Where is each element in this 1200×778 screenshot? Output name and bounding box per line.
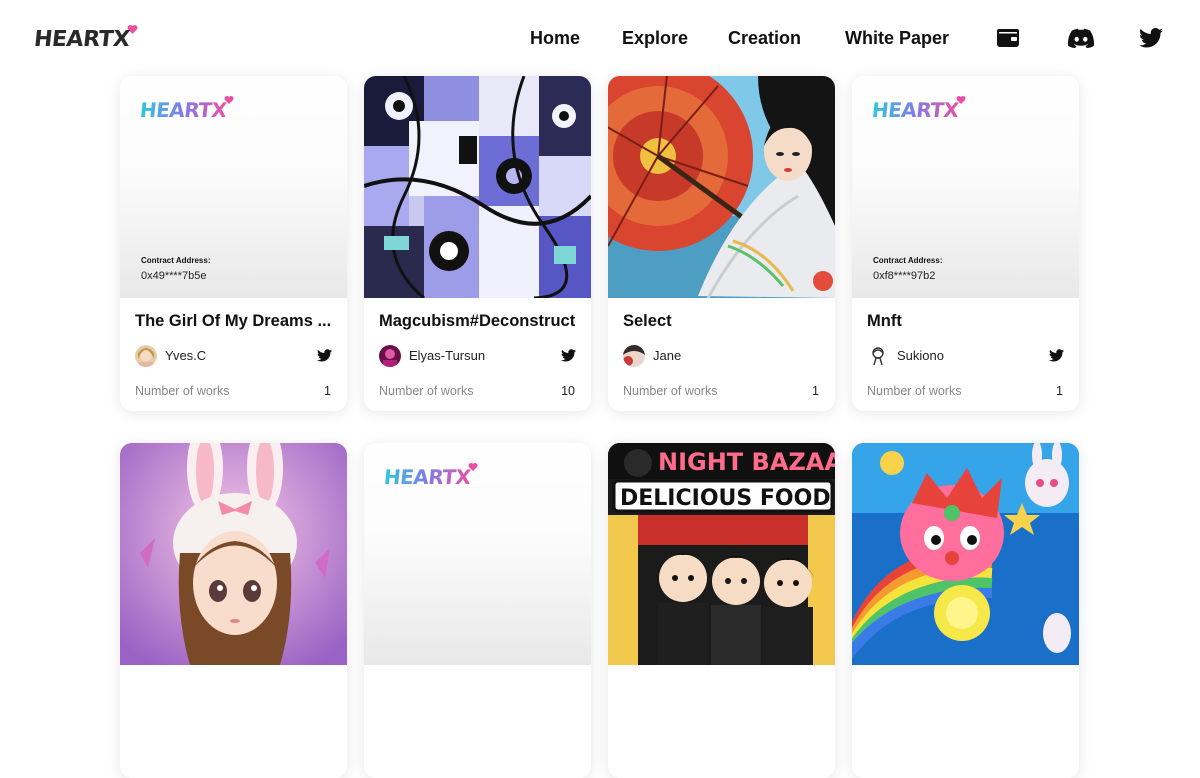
nav-explore[interactable]: Explore	[622, 27, 688, 49]
collection-card[interactable]: HEARTX Contract Address: 0x49****7b5e Th…	[120, 76, 347, 411]
heartx-logo[interactable]: HEARTX	[32, 25, 138, 54]
works-count: 1	[324, 384, 331, 398]
avatar[interactable]	[623, 345, 645, 367]
card-title[interactable]: The Girl Of My Dreams ...	[135, 312, 335, 331]
creator-name[interactable]: Jane	[653, 348, 681, 363]
card-artwork-bunny-girl[interactable]	[120, 443, 347, 665]
works-label: Number of works	[623, 384, 718, 398]
creator-name[interactable]: Sukiono	[897, 348, 944, 363]
placeholder-logo: HEARTX	[870, 96, 966, 122]
collection-card[interactable]: NIGHT BAZAAR DELICIOUS FOOD	[608, 443, 835, 778]
works-label: Number of works	[135, 384, 230, 398]
works-label: Number of works	[867, 384, 962, 398]
card-title[interactable]: Magcubism#Deconstruct	[379, 312, 579, 331]
placeholder-logo: HEARTX	[382, 463, 478, 489]
collection-card[interactable]: Magcubism#Deconstruct Elyas-Tursun Numbe…	[364, 76, 591, 411]
avatar[interactable]	[135, 345, 157, 367]
works-count: 1	[812, 384, 819, 398]
twitter-icon[interactable]	[561, 349, 576, 362]
avatar[interactable]	[867, 345, 889, 367]
collection-card[interactable]: HEARTX Contract Address: 0xf8****97b2 Mn…	[852, 76, 1079, 411]
creator-row: Yves.C	[135, 345, 332, 367]
contract-address-label: Contract Address:	[141, 256, 211, 265]
contract-address-label: Contract Address:	[873, 256, 943, 265]
creator-row: Jane	[623, 345, 820, 367]
collection-card[interactable]: Select Jane Number of works 1	[608, 76, 835, 411]
works-count: 1	[1056, 384, 1063, 398]
creator-row: Sukiono	[867, 345, 1064, 367]
logo-text: HEARTX	[32, 27, 131, 52]
creator-row: Elyas-Tursun	[379, 345, 576, 367]
card-placeholder-image: HEARTX Contract Address: 0x49****7b5e	[120, 76, 347, 298]
night-bazaar-text: NIGHT BAZAAR	[658, 448, 835, 476]
placeholder-logo-text: HEARTX	[870, 98, 960, 122]
card-artwork-night-bazaar[interactable]: NIGHT BAZAAR DELICIOUS FOOD	[608, 443, 835, 665]
top-header: HEARTX Home Explore Creation White Paper	[0, 0, 1200, 75]
collection-card[interactable]: HEARTX	[364, 443, 591, 778]
nav-white-paper[interactable]: White Paper	[845, 27, 949, 49]
card-artwork-umbrella-girl[interactable]	[608, 76, 835, 298]
card-placeholder-image: HEARTX Contract Address: 0xf8****97b2	[852, 76, 1079, 298]
card-artwork-cubist[interactable]	[364, 76, 591, 298]
creator-name[interactable]: Elyas-Tursun	[409, 348, 485, 363]
collection-card[interactable]	[120, 443, 347, 778]
delicious-food-text: DELICIOUS FOOD	[620, 486, 831, 511]
placeholder-logo-text: HEARTX	[382, 465, 472, 489]
discord-icon[interactable]	[1068, 28, 1094, 48]
card-title[interactable]: Select	[623, 312, 823, 331]
placeholder-logo-text: HEARTX	[138, 98, 228, 122]
contract-address-value: 0xf8****97b2	[873, 270, 936, 282]
collection-card[interactable]	[852, 443, 1079, 778]
avatar[interactable]	[379, 345, 401, 367]
twitter-icon[interactable]	[1139, 28, 1163, 48]
placeholder-logo: HEARTX	[138, 96, 234, 122]
nav-home[interactable]: Home	[530, 27, 580, 49]
twitter-icon[interactable]	[317, 349, 332, 362]
contract-address-value: 0x49****7b5e	[141, 270, 207, 282]
wallet-icon[interactable]	[996, 27, 1020, 49]
card-placeholder-image: HEARTX	[364, 443, 591, 665]
card-artwork-rainbow-clown[interactable]	[852, 443, 1079, 665]
works-label: Number of works	[379, 384, 474, 398]
twitter-icon[interactable]	[1049, 349, 1064, 362]
card-title[interactable]: Mnft	[867, 312, 1067, 331]
creator-name[interactable]: Yves.C	[165, 348, 206, 363]
nav-creation[interactable]: Creation	[728, 27, 801, 49]
works-count: 10	[561, 384, 575, 398]
